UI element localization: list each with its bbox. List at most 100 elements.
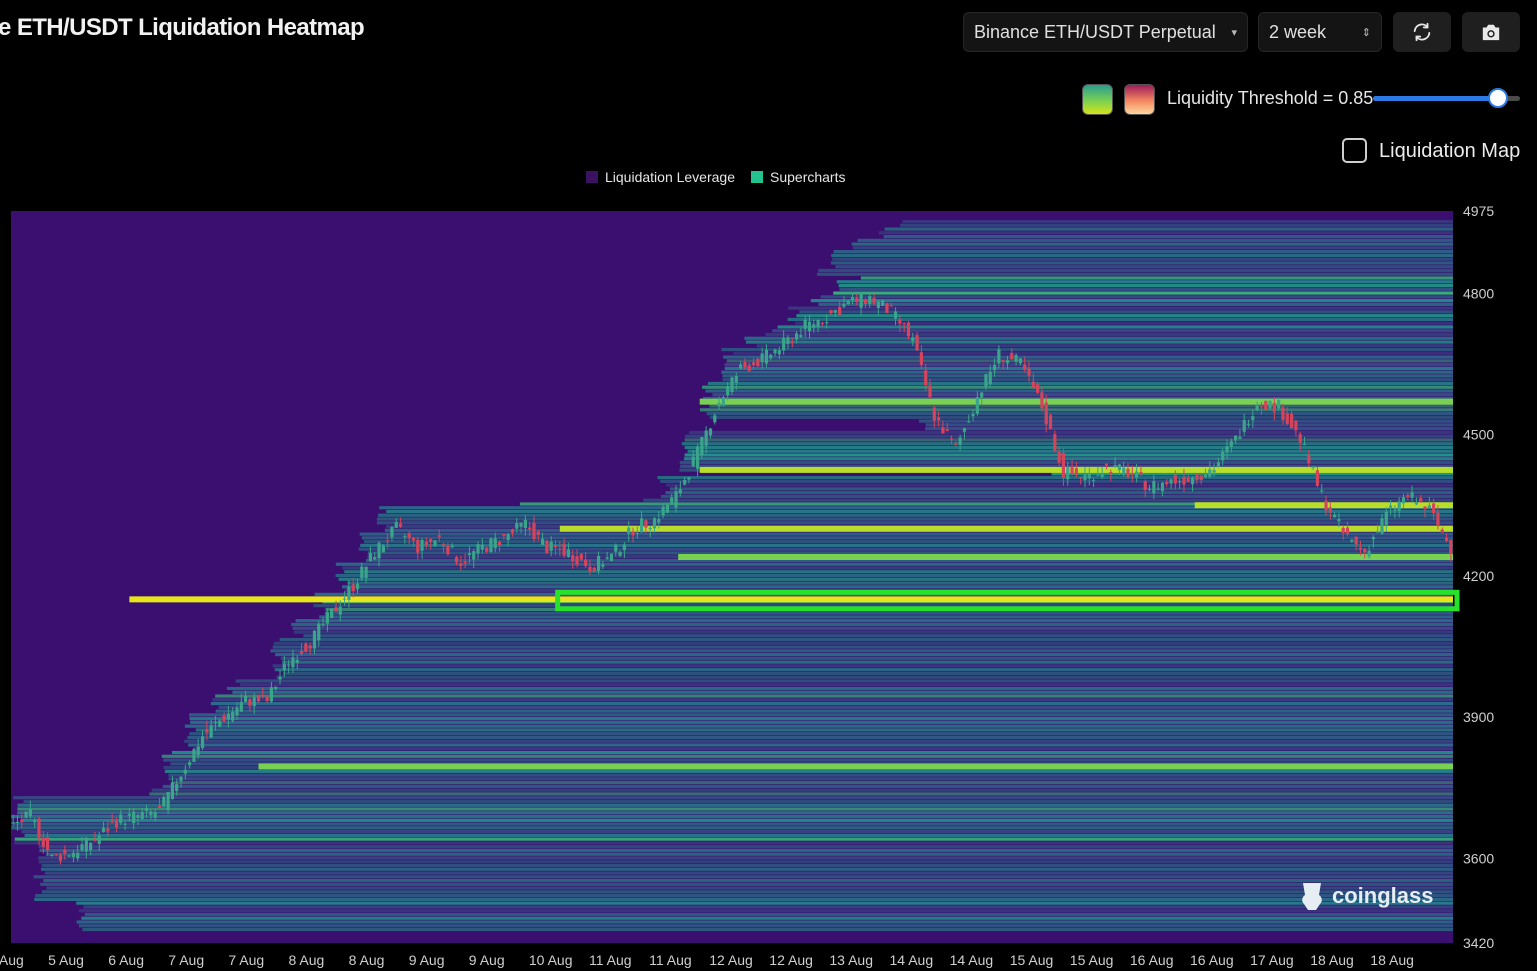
- candle: [80, 844, 84, 851]
- heat-band: [900, 223, 1453, 227]
- candle: [683, 479, 687, 485]
- candle: [330, 608, 334, 618]
- heat-band: [335, 562, 1453, 566]
- heat-band: [34, 897, 1453, 901]
- candle: [442, 544, 446, 547]
- candle: [1242, 419, 1246, 432]
- candle: [338, 606, 342, 615]
- heat-band: [293, 630, 1453, 634]
- heat-band: [643, 498, 1453, 502]
- candle: [1320, 490, 1324, 492]
- candle: [1169, 479, 1173, 484]
- heat-band: [772, 329, 1453, 333]
- heat-band: [272, 645, 1453, 649]
- x-tick-label: 13 Aug: [829, 952, 873, 968]
- candle: [41, 838, 45, 847]
- candle: [799, 335, 803, 337]
- heat-band: [76, 901, 1453, 905]
- candle: [695, 446, 700, 469]
- candle: [1083, 475, 1087, 481]
- candle: [1449, 539, 1453, 555]
- candle: [1397, 501, 1401, 511]
- candle: [97, 835, 101, 844]
- x-tick-label: 7 Aug: [168, 952, 204, 968]
- candle: [536, 531, 540, 535]
- x-tick-label: 15 Aug: [1010, 952, 1054, 968]
- x-tick-label: 7 Aug: [228, 952, 264, 968]
- candle: [971, 413, 975, 417]
- liquidation-heatmap-chart[interactable]: 4975 4800 4500 4200 3900 3600 3420 5 Aug 5 Aug 6…: [0, 0, 1537, 971]
- candle: [24, 811, 28, 818]
- watermark: coinglass: [1298, 880, 1433, 912]
- y-tick-label: 4500: [1463, 427, 1494, 443]
- heat-band: [733, 351, 1453, 355]
- candle: [67, 855, 71, 857]
- candle: [622, 544, 626, 551]
- heat-band: [279, 637, 1453, 642]
- x-tick-label: 11 Aug: [649, 952, 692, 968]
- candle: [136, 814, 140, 818]
- candle: [1419, 497, 1423, 502]
- candle: [127, 813, 131, 816]
- candle: [317, 623, 321, 641]
- heat-band: [709, 415, 1453, 419]
- candle: [76, 852, 80, 859]
- candle: [1096, 474, 1100, 476]
- candle: [1333, 514, 1337, 518]
- candle: [424, 541, 428, 546]
- candle: [1061, 452, 1066, 478]
- candle: [101, 827, 106, 832]
- candle: [1294, 420, 1298, 431]
- candle: [1165, 481, 1169, 485]
- candle: [485, 547, 489, 552]
- candle: [1363, 548, 1367, 553]
- candle: [872, 298, 876, 304]
- candle: [1436, 512, 1440, 526]
- heat-band: [168, 777, 1453, 781]
- candle: [205, 728, 209, 733]
- candle: [308, 645, 312, 649]
- candle: [114, 820, 119, 828]
- candle: [760, 353, 764, 363]
- candle: [1023, 364, 1027, 370]
- x-tick-label: 9 Aug: [469, 952, 505, 968]
- heat-band: [683, 457, 1453, 461]
- candle: [119, 814, 123, 823]
- candle: [1371, 536, 1375, 540]
- heat-band: [210, 701, 1453, 706]
- candle: [235, 707, 239, 716]
- candle: [1079, 477, 1083, 479]
- candle: [790, 341, 794, 344]
- heat-band: [14, 841, 1453, 845]
- candle: [1341, 527, 1345, 533]
- candle: [269, 687, 274, 702]
- candle: [1384, 511, 1388, 526]
- candle: [794, 333, 799, 340]
- heat-band: [852, 246, 1453, 250]
- heat-band: [344, 570, 1453, 574]
- candle: [592, 567, 596, 572]
- candle: [248, 699, 252, 706]
- candle: [123, 823, 127, 825]
- candle: [640, 518, 644, 533]
- heat-band: [273, 641, 1453, 645]
- heat-band: [810, 299, 1453, 303]
- candle: [1203, 474, 1208, 478]
- candle: [200, 736, 205, 748]
- candle: [231, 711, 235, 721]
- x-tick-label: 6 Aug: [108, 952, 144, 968]
- x-tick-label: 10 Aug: [529, 952, 573, 968]
- candle: [1298, 434, 1302, 443]
- candle: [743, 361, 747, 367]
- candle: [1311, 466, 1315, 469]
- candle: [807, 321, 812, 332]
- heat-band: [189, 717, 1453, 721]
- heat-band: [281, 660, 1453, 664]
- x-tick-label: 8 Aug: [289, 952, 325, 968]
- liquidity-level: [678, 553, 1453, 560]
- heat-band: [33, 875, 1453, 879]
- heat-band: [918, 419, 1453, 423]
- heat-band: [723, 355, 1453, 359]
- candle: [958, 437, 962, 445]
- heat-band: [722, 378, 1453, 382]
